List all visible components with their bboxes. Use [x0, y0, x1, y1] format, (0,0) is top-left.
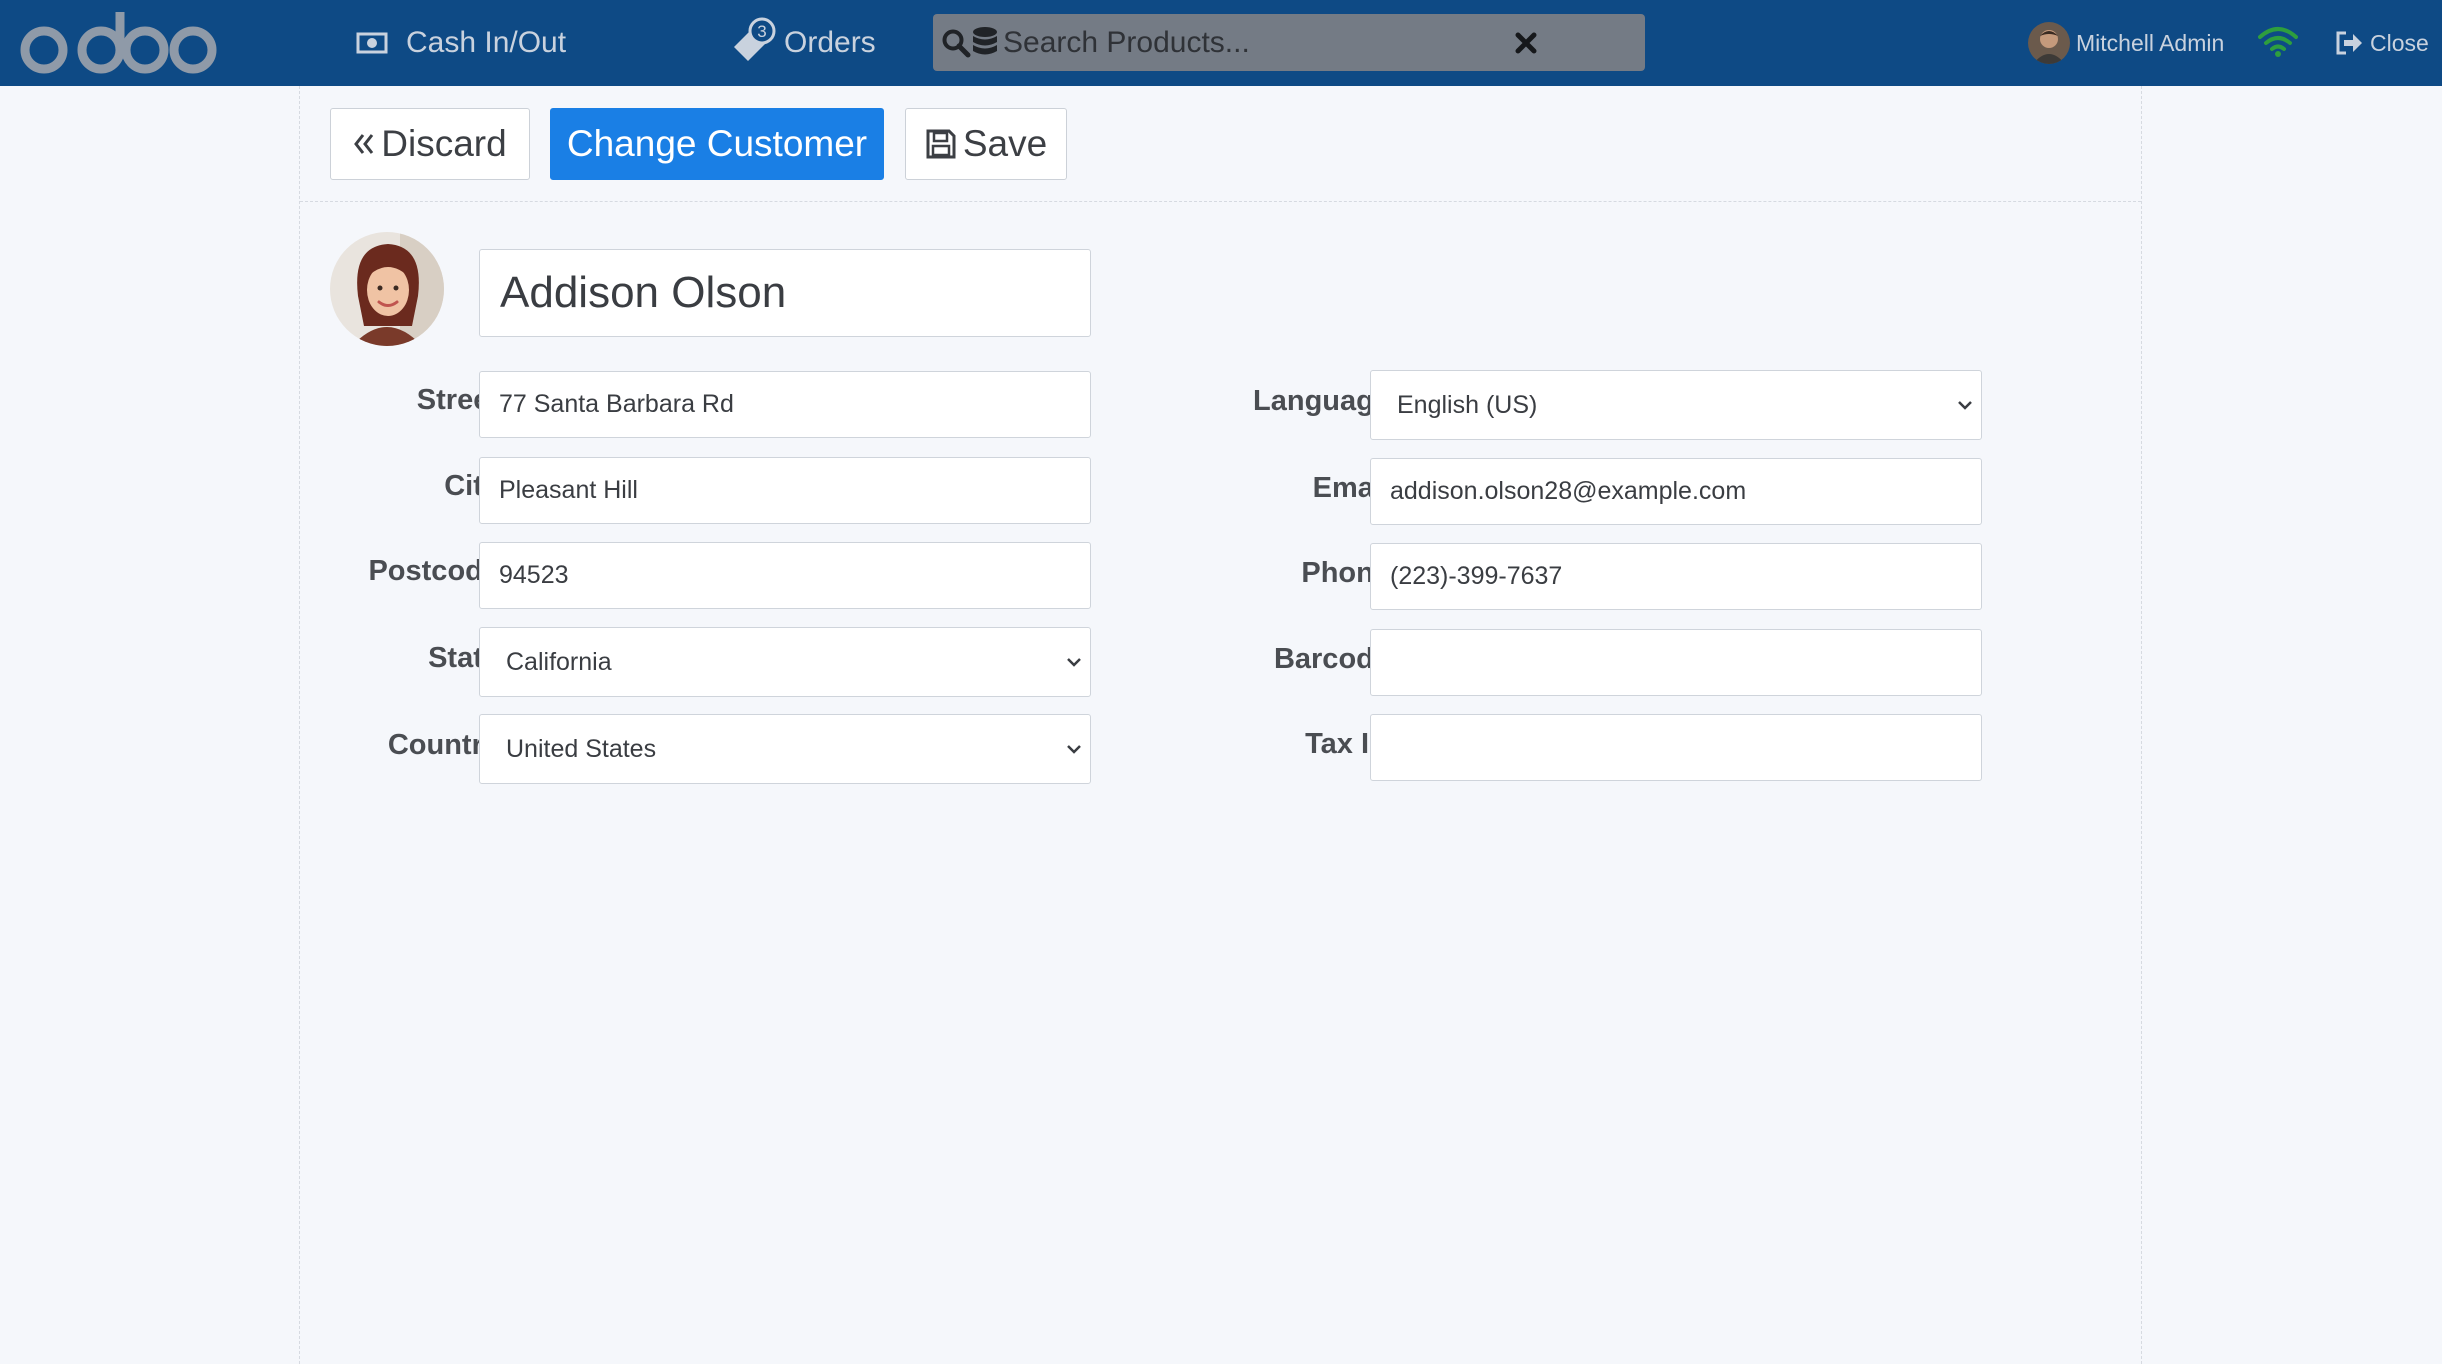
barcode-field[interactable]	[1370, 629, 1982, 696]
save-label: Save	[962, 123, 1048, 164]
street-label: Street	[416, 384, 499, 416]
product-search-box[interactable]	[933, 14, 1645, 71]
sign-out-icon	[2336, 31, 2362, 55]
city-label: City	[444, 470, 499, 502]
floppy-disk-icon	[926, 129, 956, 159]
language-select[interactable]: English (US)	[1370, 370, 1982, 440]
chevron-down-icon	[1067, 745, 1081, 754]
save-button[interactable]: Save	[905, 108, 1067, 180]
chevron-down-icon	[1067, 658, 1081, 667]
avatar	[2028, 22, 2070, 64]
country-select[interactable]: United States	[479, 714, 1091, 784]
database-icon	[973, 27, 997, 55]
close-icon[interactable]	[1511, 28, 1541, 58]
state-label: State	[428, 642, 499, 674]
change-customer-label: Change Customer	[566, 123, 868, 164]
barcode-label: Barcode	[1273, 643, 1390, 675]
discard-button[interactable]: Discard	[330, 108, 530, 180]
email-field[interactable]	[1370, 458, 1982, 525]
orders-label: Orders	[784, 26, 876, 59]
country-label: Country	[387, 729, 499, 761]
odoo-logo	[20, 12, 217, 74]
money-icon	[356, 32, 388, 54]
orders-count-badge: 3	[757, 22, 766, 41]
action-bar: Discard Change Customer Save	[300, 86, 2141, 202]
tag-icon: 3	[734, 17, 776, 61]
customer-name-input[interactable]	[479, 249, 1091, 337]
cash-in-out-button[interactable]: Cash In/Out	[356, 0, 566, 86]
city-field[interactable]	[479, 457, 1091, 524]
country-select-value: United States	[506, 735, 657, 763]
user-name: Mitchell Admin	[2076, 29, 2225, 56]
state-select[interactable]: California	[479, 627, 1091, 697]
cash-in-out-label: Cash In/Out	[406, 26, 567, 59]
postcode-label: Postcode	[368, 555, 499, 587]
discard-label: Discard	[381, 123, 507, 164]
wifi-icon	[2258, 27, 2298, 57]
state-select-value: California	[506, 648, 612, 676]
customer-edit-panel: Discard Change Customer Save Addison Ols…	[299, 86, 2142, 1364]
pos-topbar: Cash In/Out 3 Orders Search Products... …	[0, 0, 2442, 86]
tax-id-label: Tax ID	[1305, 728, 1390, 760]
close-label: Close	[2370, 29, 2429, 56]
customer-photo[interactable]	[330, 232, 444, 346]
tax-id-field[interactable]	[1370, 714, 1982, 781]
double-chevron-left-icon	[354, 134, 374, 154]
street-field[interactable]	[479, 371, 1091, 438]
search-input[interactable]	[1001, 20, 1565, 66]
change-customer-button[interactable]: Change Customer	[550, 108, 884, 180]
chevron-down-icon	[1958, 401, 1972, 410]
orders-button[interactable]: 3 Orders	[728, 0, 876, 86]
language-label: Language	[1253, 385, 1390, 417]
close-session-button[interactable]: Close	[2334, 0, 2429, 86]
email-label: Email	[1312, 472, 1390, 504]
phone-field[interactable]	[1370, 543, 1982, 610]
search-icon	[942, 29, 971, 58]
language-select-value: English (US)	[1397, 391, 1538, 419]
phone-label: Phone	[1301, 557, 1390, 589]
user-menu[interactable]: Mitchell Admin	[2028, 0, 2224, 86]
postcode-field[interactable]	[479, 542, 1091, 609]
